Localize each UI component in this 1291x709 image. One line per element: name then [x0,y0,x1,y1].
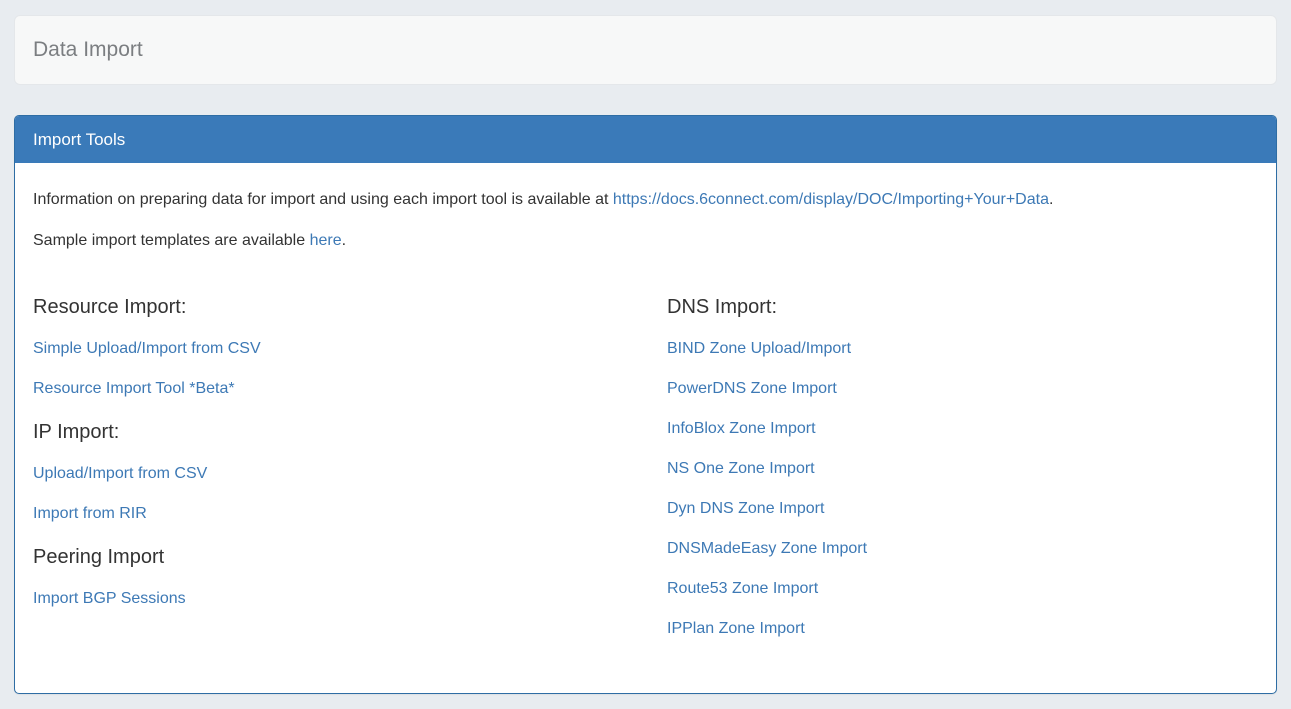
templates-here-link[interactable]: here [310,232,342,249]
link-dns-bind-zone[interactable]: BIND Zone Upload/Import [667,340,1258,358]
section-heading-resource-import: Resource Import: [33,295,667,319]
link-dns-infoblox-zone[interactable]: InfoBlox Zone Import [667,420,1258,438]
link-peering-import-bgp-sessions[interactable]: Import BGP Sessions [33,590,667,608]
intro-text: Information on preparing data for import… [33,189,1258,251]
intro-line-templates-period: . [342,232,346,249]
intro-line-docs: Information on preparing data for import… [33,189,1258,210]
section-heading-dns-import: DNS Import: [667,295,1258,319]
section-heading-peering-import: Peering Import [33,545,667,569]
import-columns: Resource Import: Simple Upload/Import fr… [33,295,1258,660]
intro-line-templates-text: Sample import templates are available [33,232,310,249]
intro-line-docs-text: Information on preparing data for import… [33,191,613,208]
section-dns-import: DNS Import: BIND Zone Upload/Import Powe… [667,295,1258,638]
link-dns-ipplan-zone[interactable]: IPPlan Zone Import [667,620,1258,638]
intro-line-templates: Sample import templates are available he… [33,230,1258,251]
docs-url-link[interactable]: https://docs.6connect.com/display/DOC/Im… [613,191,1049,208]
link-dns-dnsmadeeasy-zone[interactable]: DNSMadeEasy Zone Import [667,540,1258,558]
page-title-bar: Data Import [14,15,1277,85]
section-peering-import: Peering Import Import BGP Sessions [33,545,667,608]
link-dns-powerdns-zone[interactable]: PowerDNS Zone Import [667,380,1258,398]
link-ip-import-rir[interactable]: Import from RIR [33,505,667,523]
panel-heading: Import Tools [15,116,1276,163]
link-ip-upload-csv[interactable]: Upload/Import from CSV [33,465,667,483]
panel-body: Information on preparing data for import… [15,163,1276,693]
section-ip-import: IP Import: Upload/Import from CSV Import… [33,420,667,523]
link-dns-nsone-zone[interactable]: NS One Zone Import [667,460,1258,478]
import-tools-panel: Import Tools Information on preparing da… [14,115,1277,694]
intro-line-docs-period: . [1049,191,1053,208]
left-column: Resource Import: Simple Upload/Import fr… [33,295,667,660]
link-resource-simple-upload-csv[interactable]: Simple Upload/Import from CSV [33,340,667,358]
link-dns-dyn-zone[interactable]: Dyn DNS Zone Import [667,500,1258,518]
section-resource-import: Resource Import: Simple Upload/Import fr… [33,295,667,398]
link-resource-import-tool-beta[interactable]: Resource Import Tool *Beta* [33,380,667,398]
right-column: DNS Import: BIND Zone Upload/Import Powe… [667,295,1258,660]
section-heading-ip-import: IP Import: [33,420,667,444]
link-dns-route53-zone[interactable]: Route53 Zone Import [667,580,1258,598]
page-title: Data Import [33,37,1258,63]
